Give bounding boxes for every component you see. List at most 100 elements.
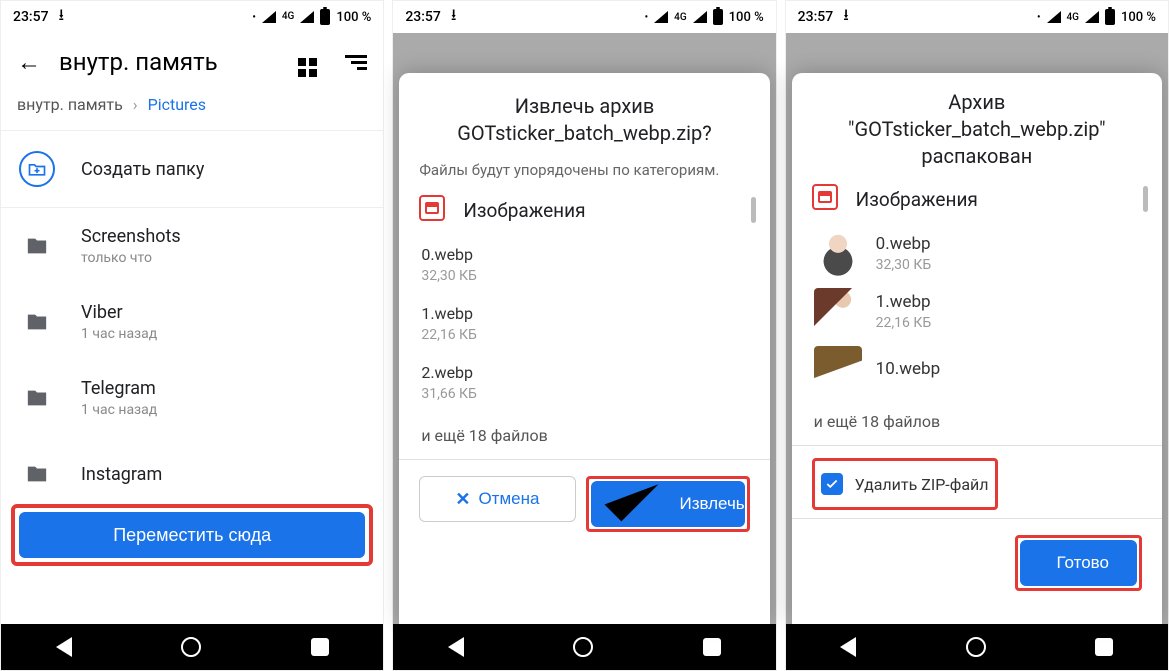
file-item[interactable]: 10.webp — [812, 340, 1142, 398]
close-icon: ✕ — [455, 489, 470, 510]
signal-icon — [1047, 11, 1061, 23]
scroll-indicator[interactable] — [751, 197, 756, 223]
done-button[interactable]: Готово — [1020, 540, 1137, 586]
more-files-label: и ещё 18 файлов — [419, 412, 749, 455]
nav-recent-icon[interactable] — [311, 638, 329, 656]
highlight-annotation: Удалить ZIP-файл — [812, 458, 998, 510]
image-category-icon — [812, 184, 838, 210]
create-folder-row[interactable]: Создать папку — [1, 131, 383, 207]
file-name: 0.webp — [421, 245, 747, 264]
chevron-right-icon: › — [133, 95, 138, 114]
status-bar: 23:57 ⭳ • 4G 100 % — [786, 1, 1168, 33]
checkbox-checked-icon[interactable] — [821, 473, 843, 495]
highlight-annotation: Переместить сюда — [11, 504, 373, 566]
folder-name: Telegram — [81, 378, 157, 399]
file-size: 31,66 КБ — [421, 386, 747, 402]
folder-icon — [17, 226, 57, 266]
delete-zip-label: Удалить ZIP-файл — [855, 475, 989, 494]
status-time: 23:57 — [798, 9, 834, 25]
android-nav-bar — [1, 624, 383, 670]
network-label: 4G — [674, 12, 687, 23]
highlight-annotation: Готово — [1015, 535, 1142, 591]
nav-recent-icon[interactable] — [703, 638, 721, 656]
dialog-scrim: Архив "GOTsticker_batch_webp.zip" распак… — [786, 33, 1168, 624]
dialog-subtitle: Файлы будут упорядочены по категориям. — [419, 161, 749, 179]
folder-subtitle: 1 час назад — [81, 326, 157, 342]
screen-extracted-dialog: 23:57 ⭳ • 4G 100 % Архив "GOTsticker_bat… — [785, 0, 1169, 671]
folder-row[interactable]: Telegram 1 час назад — [1, 360, 383, 436]
back-icon[interactable]: ← — [17, 48, 41, 77]
signal-icon-2 — [1085, 11, 1099, 23]
delete-zip-checkbox-row[interactable]: Удалить ZIP-файл — [817, 463, 993, 505]
nav-recent-icon[interactable] — [1095, 638, 1113, 656]
file-size: 22,16 КБ — [876, 315, 932, 331]
divider — [792, 518, 1162, 519]
signal-icon-2 — [693, 11, 707, 23]
folder-row[interactable]: Viber1 час назад — [1, 284, 383, 360]
download-icon: ⭳ — [59, 4, 65, 31]
cancel-button[interactable]: ✕ Отмена — [419, 476, 575, 522]
category-row: Изображения — [812, 184, 1142, 214]
file-item[interactable]: 1.webp 22,16 КБ — [812, 282, 1142, 340]
network-label: 4G — [1067, 12, 1080, 23]
status-time: 23:57 — [405, 9, 441, 25]
android-nav-bar — [393, 624, 775, 670]
file-size: 22,16 КБ — [421, 327, 747, 343]
breadcrumb: внутр. память › Pictures — [1, 87, 383, 130]
file-name: 1.webp — [421, 304, 747, 323]
file-item[interactable]: 0.webp32,30 КБ — [812, 224, 1142, 282]
nav-home-icon[interactable] — [573, 637, 593, 657]
move-here-label: Переместить сюда — [113, 525, 271, 546]
page-title: внутр. память — [59, 48, 270, 76]
move-here-button[interactable]: Переместить сюда — [19, 512, 365, 558]
notification-dot-icon: • — [1037, 12, 1041, 23]
folder-row[interactable]: Instagram — [1, 436, 383, 498]
file-item[interactable]: 2.webp 31,66 КБ — [419, 353, 749, 412]
sort-icon[interactable] — [345, 55, 367, 70]
folder-icon — [17, 454, 57, 494]
folder-icon — [17, 302, 57, 342]
done-label: Готово — [1056, 553, 1109, 573]
app-bar: ← внутр. память — [1, 33, 383, 87]
nav-home-icon[interactable] — [181, 637, 201, 657]
dialog-title: Извлечь архив GOTsticker_batch_webp.zip? — [419, 93, 749, 147]
file-item[interactable]: 0.webp 32,30 КБ — [419, 235, 749, 294]
status-bar: 23:57 ⭳ • 4G 100 % — [393, 1, 775, 33]
cancel-label: Отмена — [478, 489, 539, 509]
file-name: 2.webp — [421, 363, 747, 382]
file-size: 32,30 КБ — [421, 268, 747, 284]
folder-subtitle: 1 час назад — [81, 402, 157, 418]
nav-home-icon[interactable] — [966, 637, 986, 657]
battery-percent: 100 % — [336, 10, 371, 25]
file-thumbnail — [814, 288, 862, 334]
more-files-label: и ещё 18 файлов — [812, 398, 1142, 441]
battery-percent: 100 % — [1121, 10, 1156, 25]
dialog-title: Архив "GOTsticker_batch_webp.zip" распак… — [812, 89, 1142, 170]
status-bar: 23:57 ⭳ • 4G 100 % — [1, 1, 383, 33]
battery-percent: 100 % — [729, 10, 764, 25]
file-name: 1.webp — [876, 292, 932, 312]
dialog-scrim: Извлечь архив GOTsticker_batch_webp.zip?… — [393, 33, 775, 624]
battery-icon — [713, 9, 723, 25]
download-icon: ⭳ — [843, 4, 849, 31]
notification-dot-icon: • — [645, 12, 649, 23]
file-thumbnail — [814, 230, 862, 276]
grid-view-icon[interactable] — [298, 47, 317, 77]
category-row: Изображения — [419, 195, 749, 225]
folder-subtitle: только что — [81, 250, 181, 266]
breadcrumb-current[interactable]: Pictures — [148, 95, 206, 114]
breadcrumb-root[interactable]: внутр. память — [17, 95, 123, 114]
file-size: 32,30 КБ — [876, 257, 932, 273]
category-label: Изображения — [463, 199, 585, 222]
download-icon: ⭳ — [451, 4, 457, 31]
folder-row[interactable]: Screenshots только что — [1, 208, 383, 284]
nav-back-icon[interactable] — [56, 637, 72, 657]
scroll-indicator[interactable] — [1143, 186, 1148, 212]
folder-name: Screenshots — [81, 226, 181, 247]
nav-back-icon[interactable] — [840, 637, 856, 657]
file-item[interactable]: 1.webp 22,16 КБ — [419, 294, 749, 353]
nav-back-icon[interactable] — [448, 637, 464, 657]
screen-extract-dialog: 23:57 ⭳ • 4G 100 % Извлечь архив GOTstic… — [392, 0, 776, 671]
extract-button[interactable]: Извлечь — [591, 481, 745, 527]
screen-file-manager: 23:57 ⭳ • 4G 100 % ← внутр. память внутр… — [0, 0, 384, 671]
